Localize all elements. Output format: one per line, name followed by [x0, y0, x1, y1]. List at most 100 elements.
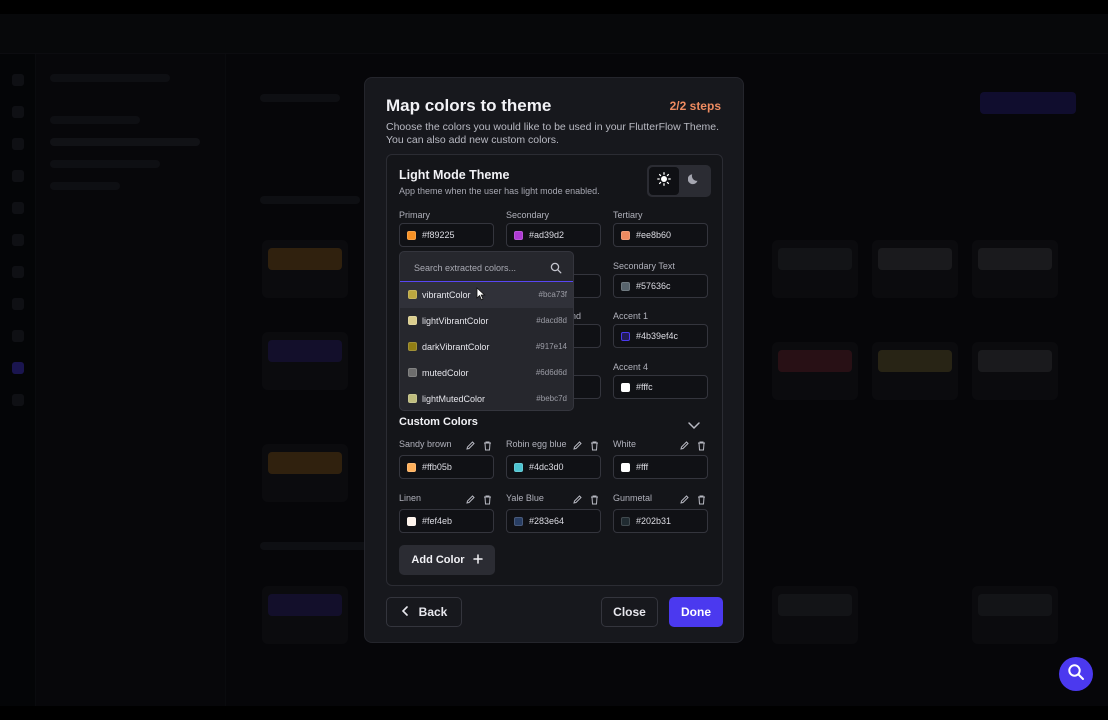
- secondary-text-label: Secondary Text: [613, 261, 675, 271]
- close-button[interactable]: Close: [601, 597, 658, 627]
- secondary-hex: #ad39d2: [529, 230, 565, 240]
- chevron-down-icon[interactable]: [687, 417, 701, 435]
- accent-1-swatch: [621, 332, 630, 341]
- secondary-label: Secondary: [506, 210, 550, 220]
- primary-color-field[interactable]: #f89225: [399, 223, 494, 247]
- chevron-left-icon: [401, 605, 409, 619]
- pencil-icon[interactable]: [679, 438, 690, 450]
- trash-icon[interactable]: [589, 492, 600, 505]
- dropdown-search: [400, 252, 573, 283]
- modal-title: Map colors to theme: [386, 96, 552, 115]
- custom-color-name: White: [613, 439, 637, 449]
- accent-4-color-field[interactable]: #fffc: [613, 375, 708, 399]
- trash-icon[interactable]: [482, 438, 493, 451]
- custom-color-actions: [465, 492, 493, 505]
- extracted-color-hex: #917e14: [535, 342, 567, 351]
- pencil-icon[interactable]: [465, 438, 476, 450]
- light-mode-button[interactable]: [649, 167, 679, 195]
- help-search-button[interactable]: [1059, 657, 1093, 691]
- custom-color-hex: #fff: [636, 462, 649, 472]
- custom-color-field[interactable]: #283e64: [506, 509, 601, 533]
- pencil-icon[interactable]: [572, 492, 583, 504]
- custom-color-hex: #fef4eb: [422, 516, 453, 526]
- custom-colors-title: Custom Colors: [399, 416, 478, 428]
- extracted-color-name: mutedColor: [422, 368, 469, 378]
- custom-color-field[interactable]: #ffb05b: [399, 455, 494, 479]
- extracted-color-hex: #6d6d6d: [535, 368, 567, 377]
- secondary-text-color-field[interactable]: #57636c: [613, 274, 708, 298]
- accent-1-color-field[interactable]: #4b39ef4c: [613, 324, 708, 348]
- custom-color-hex: #202b31: [636, 516, 672, 526]
- custom-color-actions: [679, 438, 707, 451]
- tertiary-color-field[interactable]: #ee8b60: [613, 223, 708, 247]
- custom-color-name: Robin egg blue: [506, 439, 567, 449]
- custom-color-swatch: [407, 517, 416, 526]
- step-indicator: 2/2 steps: [669, 99, 721, 113]
- extracted-color-swatch: [408, 316, 417, 325]
- secondary-color-field[interactable]: #ad39d2: [506, 223, 601, 247]
- custom-color-swatch: [621, 463, 630, 472]
- back-button[interactable]: Back: [386, 597, 462, 627]
- custom-color-hex: #283e64: [529, 516, 565, 526]
- search-icon: [1067, 663, 1085, 686]
- custom-color-swatch: [621, 517, 630, 526]
- add-color-button[interactable]: Add Color: [399, 545, 495, 575]
- dark-mode-button[interactable]: [679, 167, 709, 195]
- extracted-colors-dropdown: vibrantColor #bca73f lightVibrantColor #…: [399, 251, 574, 411]
- moon-icon: [687, 172, 701, 190]
- panel-title: Light Mode Theme: [399, 168, 510, 182]
- extracted-color-option[interactable]: vibrantColor #bca73f: [400, 282, 573, 308]
- primary-swatch: [407, 231, 416, 240]
- extracted-color-name: lightMutedColor: [422, 394, 486, 404]
- extracted-color-option[interactable]: lightVibrantColor #dacd8d: [400, 308, 573, 334]
- custom-color-swatch: [514, 463, 523, 472]
- pencil-icon[interactable]: [572, 438, 583, 450]
- extracted-color-option[interactable]: lightMutedColor #bebc7d: [400, 386, 573, 410]
- custom-color-field[interactable]: #fff: [613, 455, 708, 479]
- search-extracted-colors-input[interactable]: [414, 260, 544, 276]
- custom-color-name: Gunmetal: [613, 493, 653, 503]
- trash-icon[interactable]: [696, 492, 707, 505]
- secondary-text-hex: #57636c: [636, 281, 671, 291]
- accent-4-hex: #fffc: [636, 382, 653, 392]
- add-color-label: Add Color: [411, 554, 465, 566]
- pencil-icon[interactable]: [679, 492, 690, 504]
- search-icon: [550, 261, 562, 279]
- accent-4-swatch: [621, 383, 630, 392]
- extracted-color-hex: #dacd8d: [536, 316, 567, 325]
- trash-icon[interactable]: [696, 438, 707, 451]
- extracted-color-option[interactable]: mutedColor #6d6d6d: [400, 360, 573, 386]
- back-label: Back: [418, 605, 448, 619]
- pencil-icon[interactable]: [465, 492, 476, 504]
- custom-color-field[interactable]: #4dc3d0: [506, 455, 601, 479]
- theme-mode-toggle: [647, 165, 711, 197]
- custom-color-field[interactable]: #fef4eb: [399, 509, 494, 533]
- custom-color-field[interactable]: #202b31: [613, 509, 708, 533]
- extracted-color-swatch: [408, 342, 417, 351]
- extracted-color-hex: #bca73f: [538, 290, 567, 299]
- tertiary-label: Tertiary: [613, 210, 643, 220]
- accent-1-label: Accent 1: [613, 311, 649, 321]
- secondary-text-swatch: [621, 282, 630, 291]
- custom-color-name: Sandy brown: [399, 439, 452, 449]
- done-button[interactable]: Done: [669, 597, 723, 627]
- extracted-color-swatch: [408, 394, 417, 403]
- tertiary-swatch: [621, 231, 630, 240]
- extracted-color-swatch: [408, 368, 417, 377]
- custom-color-name: Yale Blue: [506, 493, 544, 503]
- trash-icon[interactable]: [482, 492, 493, 505]
- extracted-color-swatch: [408, 290, 417, 299]
- extracted-color-name: vibrantColor: [422, 290, 471, 300]
- tertiary-hex: #ee8b60: [636, 230, 672, 240]
- custom-color-actions: [572, 438, 600, 451]
- custom-color-actions: [572, 492, 600, 505]
- extracted-color-option[interactable]: darkVibrantColor #917e14: [400, 334, 573, 360]
- extracted-color-name: darkVibrantColor: [422, 342, 490, 352]
- custom-color-name: Linen: [399, 493, 422, 503]
- mouse-cursor-icon: [476, 287, 486, 306]
- trash-icon[interactable]: [589, 438, 600, 451]
- accent-1-hex: #4b39ef4c: [636, 331, 679, 341]
- custom-color-swatch: [407, 463, 416, 472]
- extracted-color-name: lightVibrantColor: [422, 316, 489, 326]
- plus-icon: [472, 553, 483, 567]
